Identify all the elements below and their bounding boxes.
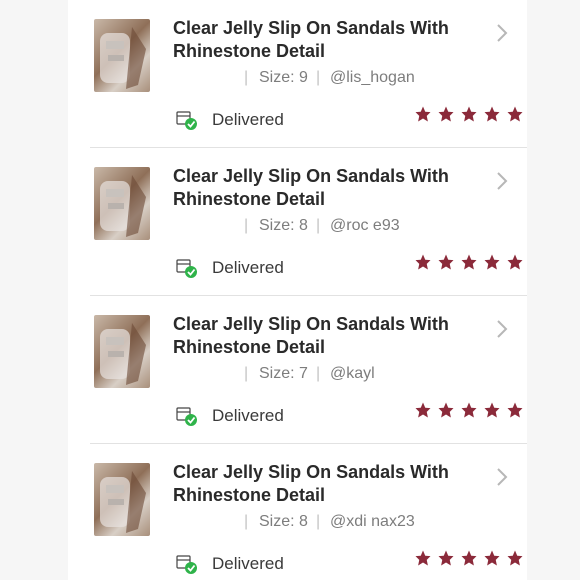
star-icon: [507, 550, 523, 566]
package-delivered-icon: [176, 407, 197, 426]
sandal-image-icon: [100, 323, 146, 385]
package-delivered-icon: [176, 555, 197, 574]
list-item[interactable]: Clear Jelly Slip On Sandals With Rhinest…: [68, 444, 527, 580]
meta-separator: |: [244, 513, 249, 530]
purchase-list: Clear Jelly Slip On Sandals With Rhinest…: [68, 0, 527, 580]
star-icon: [461, 402, 477, 418]
redacted-date: [173, 361, 241, 387]
buyer-username[interactable]: @xdi nax23: [330, 513, 415, 531]
delivery-status: Delivered: [212, 110, 284, 129]
sandal-image-icon: [100, 27, 146, 89]
star-icon: [438, 550, 454, 566]
star-icon: [484, 106, 500, 122]
sandal-image-icon: [100, 175, 146, 237]
meta-separator: |: [316, 69, 321, 86]
star-icon: [484, 402, 500, 418]
delivery-status: Delivered: [212, 406, 284, 425]
list-item[interactable]: Clear Jelly Slip On Sandals With Rhinest…: [68, 0, 527, 148]
product-thumbnail[interactable]: [94, 19, 150, 92]
redacted-date: [173, 509, 241, 535]
star-icon: [507, 254, 523, 270]
star-icon: [461, 106, 477, 122]
star-icon: [438, 254, 454, 270]
star-icon: [438, 402, 454, 418]
package-delivered-icon: [176, 259, 197, 278]
package-delivered-icon: [176, 111, 197, 130]
star-icon: [438, 106, 454, 122]
meta-separator: |: [244, 217, 249, 234]
redacted-date: [173, 213, 241, 239]
star-icon: [461, 254, 477, 270]
product-title[interactable]: Clear Jelly Slip On Sandals With Rhinest…: [173, 165, 473, 211]
left-margin: [0, 0, 68, 580]
star-icon: [507, 106, 523, 122]
product-title[interactable]: Clear Jelly Slip On Sandals With Rhinest…: [173, 17, 473, 63]
item-size: Size: 9: [259, 69, 308, 86]
buyer-username[interactable]: @roc e93: [330, 217, 400, 235]
chevron-right-icon[interactable]: [495, 318, 509, 340]
list-item[interactable]: Clear Jelly Slip On Sandals With Rhinest…: [68, 148, 527, 296]
star-icon: [415, 106, 431, 122]
buyer-username[interactable]: @lis_hogan: [330, 69, 415, 87]
delivery-status: Delivered: [212, 554, 284, 573]
star-icon: [415, 254, 431, 270]
meta-separator: |: [316, 365, 321, 382]
product-thumbnail[interactable]: [94, 315, 150, 388]
star-icon: [415, 550, 431, 566]
meta-separator: |: [244, 365, 249, 382]
product-thumbnail[interactable]: [94, 463, 150, 536]
item-size: Size: 8: [259, 513, 308, 530]
star-icon: [461, 550, 477, 566]
redacted-date: [173, 65, 241, 91]
item-size: Size: 7: [259, 365, 308, 382]
star-icon: [484, 550, 500, 566]
right-margin: [527, 0, 580, 580]
product-thumbnail[interactable]: [94, 167, 150, 240]
chevron-right-icon[interactable]: [495, 22, 509, 44]
chevron-right-icon[interactable]: [495, 466, 509, 488]
star-icon: [507, 402, 523, 418]
item-size: Size: 8: [259, 217, 308, 234]
product-title[interactable]: Clear Jelly Slip On Sandals With Rhinest…: [173, 313, 473, 359]
chevron-right-icon[interactable]: [495, 170, 509, 192]
meta-separator: |: [316, 217, 321, 234]
sandal-image-icon: [100, 471, 146, 533]
meta-separator: |: [316, 513, 321, 530]
list-item[interactable]: Clear Jelly Slip On Sandals With Rhinest…: [68, 296, 527, 444]
buyer-username[interactable]: @kayl: [330, 365, 375, 383]
star-icon: [484, 254, 500, 270]
star-icon: [415, 402, 431, 418]
meta-separator: |: [244, 69, 249, 86]
product-title[interactable]: Clear Jelly Slip On Sandals With Rhinest…: [173, 461, 473, 507]
delivery-status: Delivered: [212, 258, 284, 277]
